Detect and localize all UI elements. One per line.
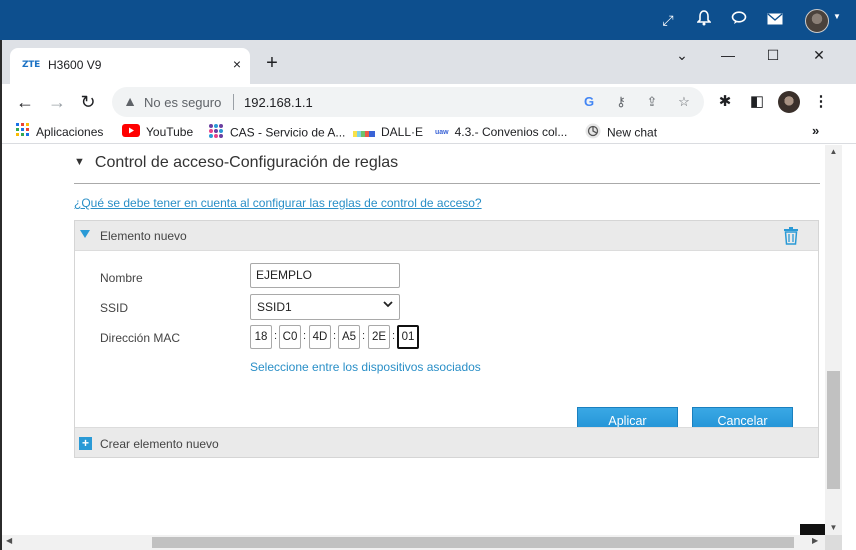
uaw-icon: uaw xyxy=(435,128,449,136)
mac-separator: : xyxy=(362,330,366,342)
mac-octet-1[interactable]: 18 xyxy=(250,325,272,349)
panel-title: Elemento nuevo xyxy=(100,229,187,243)
vertical-scrollbar[interactable]: ▲ ▼ xyxy=(825,145,842,535)
mac-octet-4[interactable]: A5 xyxy=(338,325,360,349)
outer-app-bar: ⤢ ▼ xyxy=(0,0,856,40)
page-viewport: ▼ Control de acceso-Configuración de regl… xyxy=(2,145,825,535)
bookmarks-overflow-icon[interactable]: » xyxy=(812,123,819,138)
mac-octet-6[interactable]: 01 xyxy=(397,325,419,349)
tab-search-icon[interactable]: ⌄ xyxy=(662,44,702,66)
maximize-button[interactable]: ☐ xyxy=(753,44,793,66)
profile-avatar[interactable] xyxy=(778,91,800,113)
ssid-label: SSID xyxy=(100,301,129,315)
bookmark-star-icon[interactable]: ☆ xyxy=(675,93,693,111)
avatar-caret-icon[interactable]: ▼ xyxy=(833,12,841,21)
scroll-up-arrow-icon[interactable]: ▲ xyxy=(825,147,842,156)
expand-triangle-icon[interactable] xyxy=(80,230,90,238)
side-panel-icon[interactable]: ◧ xyxy=(746,91,768,113)
bookmark-new-chat[interactable]: New chat xyxy=(585,123,657,141)
mac-separator: : xyxy=(303,330,307,342)
chat-icon[interactable] xyxy=(729,10,749,30)
section-title-text: Control de acceso-Configuración de regla… xyxy=(94,154,399,171)
bookmarks-bar: Aplicaciones YouTube CAS - Servicio de A… xyxy=(2,120,856,144)
scrollbar-corner xyxy=(825,535,842,550)
key-icon[interactable]: ⚷ xyxy=(612,93,630,111)
name-input[interactable]: EJEMPLO xyxy=(250,263,400,288)
collapse-triangle-icon[interactable]: ▼ xyxy=(74,156,85,168)
scroll-right-arrow-icon[interactable]: ▶ xyxy=(812,536,818,545)
forward-arrow-icon[interactable]: → xyxy=(44,89,70,115)
mac-label: Dirección MAC xyxy=(100,331,181,345)
browser-window: ZTE H3600 V9 × + ⌄ — ☐ ✕ ← → ↻ ▲ No es s… xyxy=(2,40,856,550)
dalle-icon xyxy=(353,124,375,142)
security-label[interactable]: No es seguro xyxy=(144,95,221,110)
bell-icon[interactable] xyxy=(694,10,714,30)
omnibox-divider xyxy=(233,94,234,110)
section-divider xyxy=(74,183,820,184)
mac-separator: : xyxy=(333,330,337,342)
ssid-selected-value: SSID1 xyxy=(257,300,292,314)
bookmark-youtube[interactable]: YouTube xyxy=(122,123,193,141)
bookmark-label: DALL·E xyxy=(381,125,424,139)
scroll-left-arrow-icon[interactable]: ◀ xyxy=(6,536,12,545)
bookmark-label: New chat xyxy=(607,125,658,140)
google-translate-icon[interactable]: G xyxy=(580,93,598,111)
share-icon[interactable]: ⇪ xyxy=(643,93,661,111)
tab-title: H3600 V9 xyxy=(48,58,102,72)
associated-devices-link[interactable]: Seleccione entre los dispositivos asocia… xyxy=(250,360,481,374)
back-arrow-icon[interactable]: ← xyxy=(12,89,38,115)
bookmark-label: YouTube xyxy=(146,125,194,139)
bookmark-cas[interactable]: CAS - Servicio de A... xyxy=(208,123,345,141)
tab-strip: ZTE H3600 V9 × + ⌄ — ☐ ✕ xyxy=(2,40,856,84)
address-bar[interactable]: ▲ No es seguro 192.168.1.1 G ⚷ ⇪ ☆ xyxy=(112,87,704,117)
warning-icon[interactable]: ▲ xyxy=(122,93,138,109)
close-window-button[interactable]: ✕ xyxy=(799,44,839,66)
vertical-scroll-thumb[interactable] xyxy=(827,371,840,489)
extensions-puzzle-icon[interactable]: ✱ xyxy=(714,91,736,113)
menu-kebab-icon[interactable]: ⋮ xyxy=(810,91,832,113)
tab-close-icon[interactable]: × xyxy=(228,55,246,73)
create-new-row[interactable]: + Crear elemento nuevo xyxy=(75,427,818,457)
expand-icon[interactable]: ⤢ xyxy=(658,10,678,30)
name-label: Nombre xyxy=(100,271,143,285)
horizontal-scrollbar[interactable]: ◀ ▶ xyxy=(2,535,825,550)
bookmark-convenios[interactable]: uaw 4.3.- Convenios col... xyxy=(435,123,567,141)
zte-favicon-icon: ZTE xyxy=(22,60,40,70)
openai-icon xyxy=(585,123,601,144)
tab-router[interactable]: ZTE H3600 V9 × xyxy=(10,48,250,84)
url-text[interactable]: 192.168.1.1 xyxy=(244,95,313,110)
bookmark-apps[interactable]: Aplicaciones xyxy=(16,123,103,141)
scroll-to-top-button[interactable] xyxy=(800,524,825,535)
mail-icon[interactable] xyxy=(765,10,785,30)
create-new-label[interactable]: Crear elemento nuevo xyxy=(100,437,219,451)
apps-grid-icon xyxy=(16,123,30,142)
section-title[interactable]: ▼ Control de acceso-Configuración de regl… xyxy=(74,154,398,172)
mac-separator: : xyxy=(274,330,278,342)
bookmark-label: CAS - Servicio de A... xyxy=(230,125,346,140)
mac-separator: : xyxy=(392,330,396,342)
new-tab-button[interactable]: + xyxy=(260,52,284,76)
bookmark-label: Aplicaciones xyxy=(36,125,104,139)
bookmark-label: 4.3.- Convenios col... xyxy=(454,125,568,139)
minimize-button[interactable]: — xyxy=(708,44,748,66)
trash-icon[interactable] xyxy=(783,227,799,245)
mac-octet-5[interactable]: 2E xyxy=(368,325,390,349)
browser-toolbar: ← → ↻ ▲ No es seguro 192.168.1.1 G ⚷ ⇪ ☆… xyxy=(2,84,856,120)
rule-panel: Elemento nuevo Nombre EJEMPLO SSID SSID1… xyxy=(74,220,819,458)
user-avatar[interactable] xyxy=(805,9,829,33)
ssid-select[interactable]: SSID1 xyxy=(250,294,400,320)
youtube-icon xyxy=(122,123,140,142)
mac-octet-3[interactable]: 4D xyxy=(309,325,331,349)
window-right-edge xyxy=(842,145,856,550)
bookmark-dalle[interactable]: DALL·E xyxy=(353,123,423,141)
reload-icon[interactable]: ↻ xyxy=(75,89,101,115)
mac-octet-2[interactable]: C0 xyxy=(279,325,301,349)
help-link[interactable]: ¿Qué se debe tener en cuenta al configur… xyxy=(74,196,482,210)
cas-icon xyxy=(208,123,224,144)
plus-icon[interactable]: + xyxy=(79,437,92,450)
horizontal-scroll-thumb[interactable] xyxy=(152,537,794,548)
panel-header[interactable]: Elemento nuevo xyxy=(75,221,818,251)
scroll-down-arrow-icon[interactable]: ▼ xyxy=(825,523,842,532)
chevron-down-icon xyxy=(383,300,393,311)
